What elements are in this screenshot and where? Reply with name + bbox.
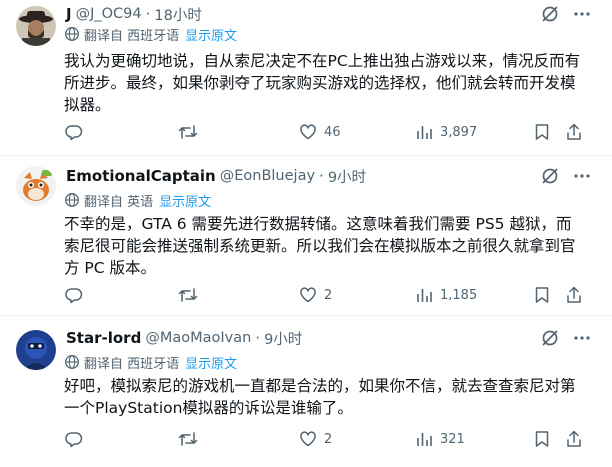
tweet-top-icons — [540, 4, 592, 24]
translation-notice: 翻译自 英语 显示原文 — [64, 191, 211, 210]
translate-label: 翻译自 英语 — [84, 194, 154, 210]
avatar[interactable] — [16, 166, 56, 206]
author-name[interactable]: J — [66, 5, 72, 23]
tweet[interactable]: EmotionalCaptain @EonBluejay · 9小时 翻译自 英… — [0, 156, 612, 316]
views-button[interactable]: 3,897 — [414, 121, 477, 143]
like-icon — [298, 122, 318, 142]
tweet-text: 不幸的是，GTA 6 需要先进行数据转储。这意味着我们需要 PS5 越狱，而索尼… — [64, 215, 576, 277]
more-icon[interactable] — [572, 4, 592, 24]
translate-label: 翻译自 西班牙语 — [84, 28, 180, 44]
like-count: 2 — [324, 287, 333, 303]
translation-notice: 翻译自 西班牙语 显示原文 — [64, 25, 237, 44]
like-count: 46 — [324, 124, 341, 140]
translation-notice: 翻译自 西班牙语 显示原文 — [64, 353, 237, 372]
tweet-text: 我认为更确切地说，自从索尼决定不在PC上推出独占游戏以来，情况反而有所进步。最终… — [64, 52, 581, 114]
reply-icon — [64, 429, 84, 449]
reply-button[interactable] — [64, 284, 90, 306]
bookmark-icon — [532, 429, 552, 449]
author-name[interactable]: EmotionalCaptain — [66, 167, 216, 185]
like-icon — [298, 429, 318, 449]
share-icon — [564, 429, 584, 449]
show-original-link[interactable]: 显示原文 — [159, 191, 211, 210]
tweet-header: Star-lord @MaoMaoIvan · 9小时 — [66, 328, 302, 348]
reply-button[interactable] — [64, 121, 90, 143]
views-count: 1,185 — [440, 287, 478, 303]
avatar[interactable] — [16, 6, 56, 46]
separator-dot: · — [145, 5, 151, 23]
show-original-link[interactable]: 显示原文 — [185, 353, 237, 372]
views-button[interactable]: 321 — [414, 428, 465, 450]
tweet-header: J @J_OC94 · 18小时 — [66, 4, 202, 24]
more-icon[interactable] — [572, 328, 592, 348]
tweet[interactable]: Star-lord @MaoMaoIvan · 9小时 翻译自 西班牙语 显示原… — [0, 316, 612, 467]
timestamp[interactable]: 9小时 — [264, 328, 302, 349]
reply-icon — [64, 285, 84, 305]
action-bar: 2 321 — [64, 428, 592, 450]
views-count: 321 — [440, 431, 465, 447]
author-name[interactable]: Star-lord — [66, 329, 141, 347]
tweet-top-icons — [540, 166, 592, 186]
bookmark-button[interactable] — [532, 428, 552, 450]
translate-label: 翻译自 西班牙语 — [84, 356, 180, 372]
tweet[interactable]: J @J_OC94 · 18小时 翻译自 西班牙语 显示原文 我认为更确切地说，… — [0, 0, 612, 156]
translate-icon — [64, 354, 80, 370]
author-handle[interactable]: @J_OC94 — [76, 6, 142, 22]
retweet-button[interactable] — [178, 428, 204, 450]
action-bar: 46 3,897 — [64, 121, 592, 143]
share-icon — [564, 122, 584, 142]
bookmark-button[interactable] — [532, 284, 552, 306]
retweet-icon — [178, 122, 198, 142]
separator-dot: · — [255, 329, 261, 347]
share-button[interactable] — [564, 121, 584, 143]
share-button[interactable] — [564, 284, 584, 306]
views-button[interactable]: 1,185 — [414, 284, 477, 306]
retweet-icon — [178, 429, 198, 449]
views-icon — [414, 429, 434, 449]
tweet-text: 好吧，模拟索尼的游戏机一直都是合法的，如果你不信，就去查查索尼对第一个PlayS… — [64, 377, 576, 417]
retweet-button[interactable] — [178, 284, 204, 306]
separator-dot: · — [319, 167, 324, 185]
retweet-button[interactable] — [178, 121, 204, 143]
translate-icon — [64, 26, 80, 42]
tweet-top-icons — [540, 328, 592, 348]
like-button[interactable]: 2 — [298, 428, 332, 450]
bookmark-icon — [532, 285, 552, 305]
reply-icon — [64, 122, 84, 142]
avatar[interactable] — [16, 330, 56, 370]
share-icon — [564, 285, 584, 305]
timestamp[interactable]: 9小时 — [328, 166, 366, 187]
tweet-header: EmotionalCaptain @EonBluejay · 9小时 — [66, 166, 366, 186]
timestamp[interactable]: 18小时 — [154, 4, 201, 25]
like-count: 2 — [324, 431, 333, 447]
reply-button[interactable] — [64, 428, 90, 450]
author-handle[interactable]: @MaoMaoIvan — [145, 330, 251, 346]
retweet-icon — [178, 285, 198, 305]
like-button[interactable]: 46 — [298, 121, 341, 143]
action-bar: 2 1,185 — [64, 284, 592, 306]
bookmark-icon — [532, 122, 552, 142]
grok-icon[interactable] — [540, 166, 560, 186]
views-icon — [414, 285, 434, 305]
grok-icon[interactable] — [540, 328, 560, 348]
bookmark-button[interactable] — [532, 121, 552, 143]
author-handle[interactable]: @EonBluejay — [220, 168, 315, 184]
translate-icon — [64, 192, 80, 208]
grok-icon[interactable] — [540, 4, 560, 24]
like-button[interactable]: 2 — [298, 284, 332, 306]
show-original-link[interactable]: 显示原文 — [185, 25, 237, 44]
share-button[interactable] — [564, 428, 584, 450]
more-icon[interactable] — [572, 166, 592, 186]
like-icon — [298, 285, 318, 305]
views-icon — [414, 122, 434, 142]
views-count: 3,897 — [440, 124, 478, 140]
